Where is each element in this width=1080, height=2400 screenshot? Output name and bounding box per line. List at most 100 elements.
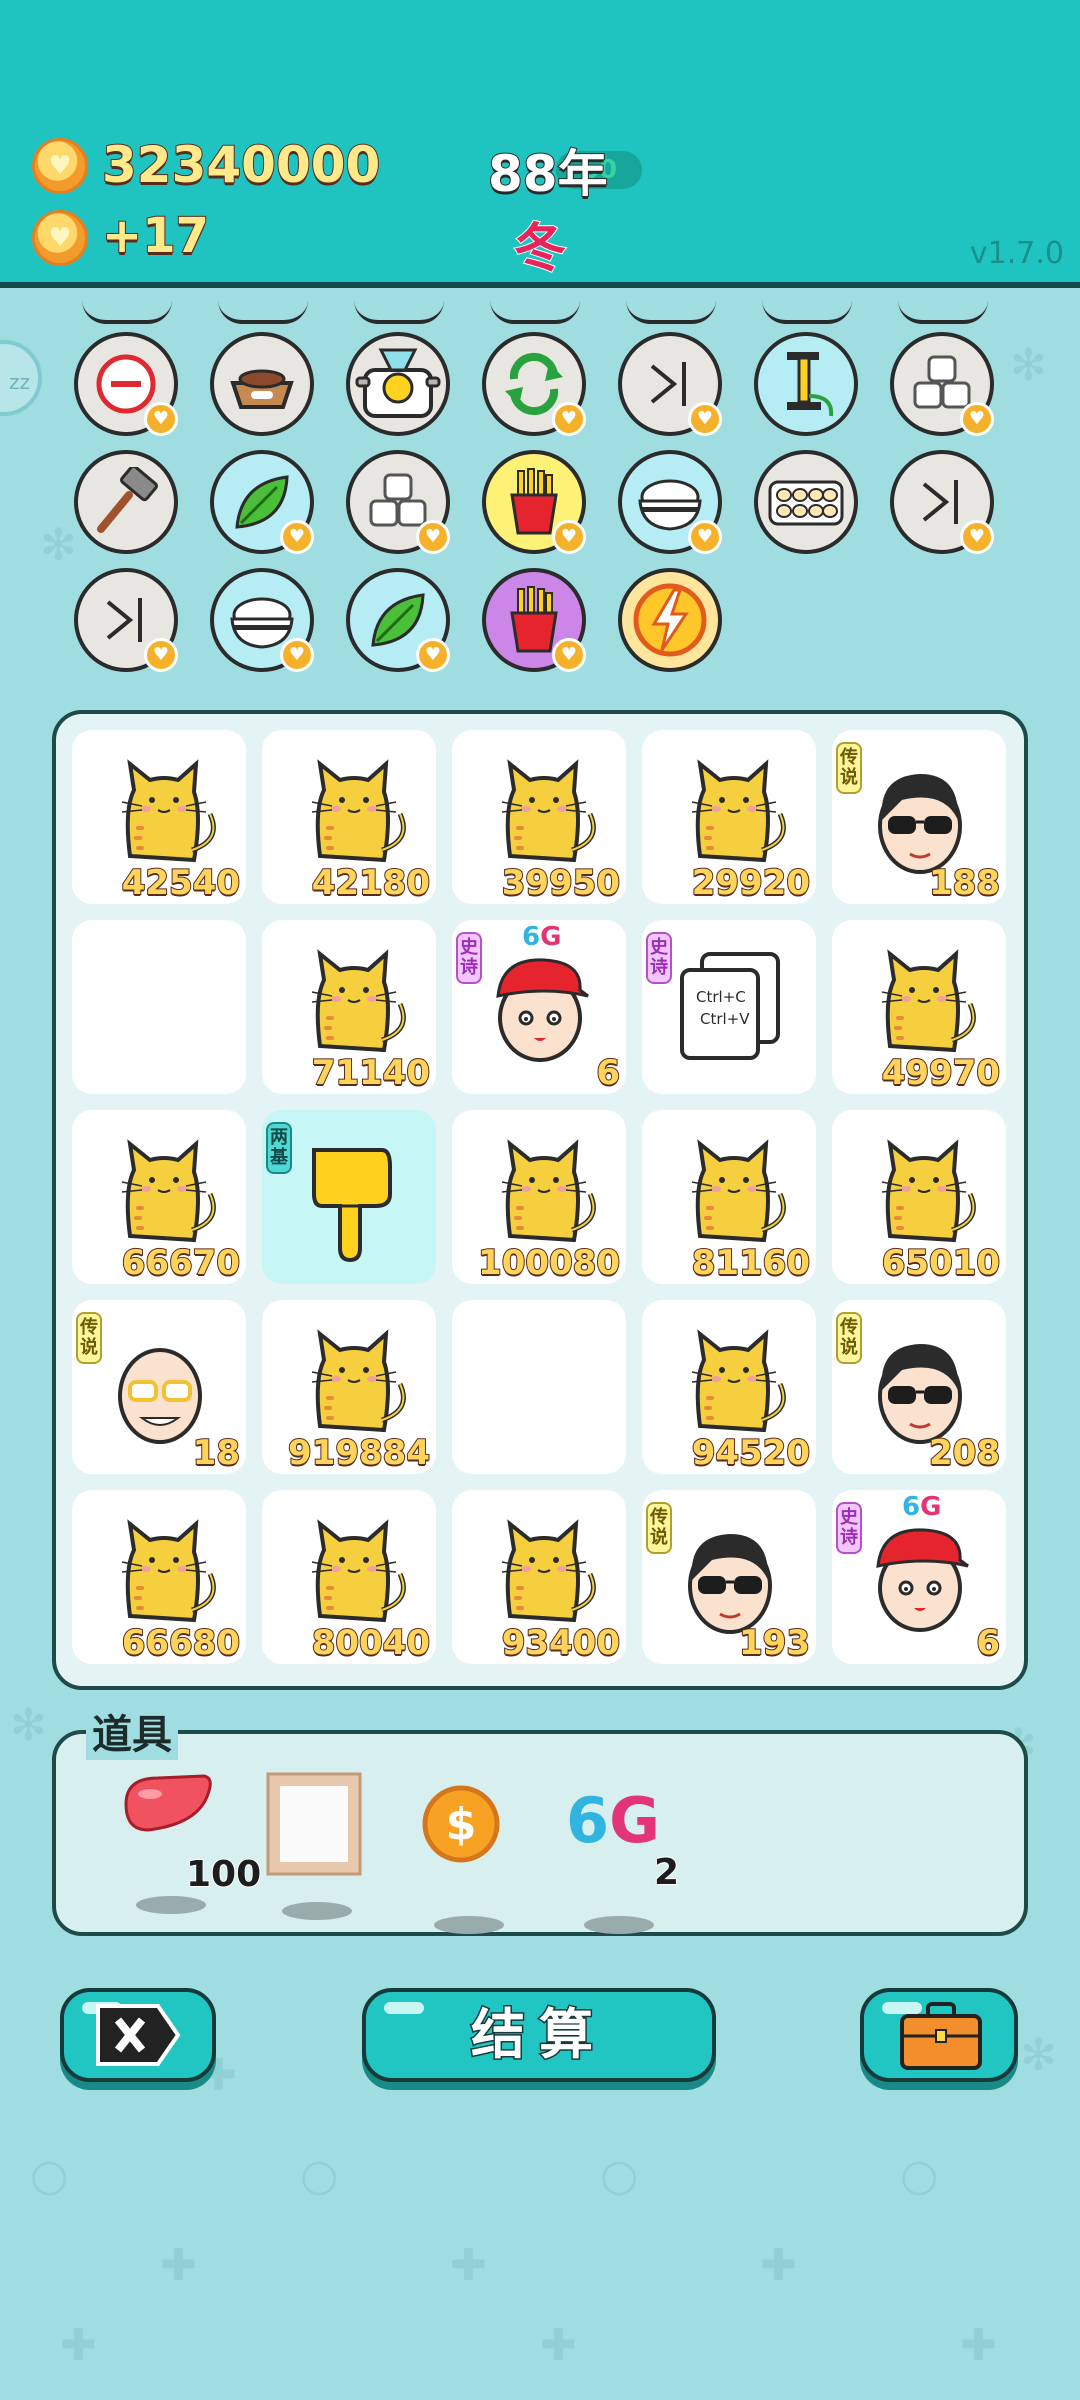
prop-liver-count: 100 (185, 1853, 262, 1896)
slot-value: 100080 (477, 1243, 621, 1283)
item-minus[interactable]: ♥ (74, 332, 178, 436)
item-pet-food-bowl[interactable] (210, 332, 314, 436)
slot-value: 42180 (311, 863, 431, 903)
slot-boy-red-cap[interactable]: 6G 史诗 6 (832, 1490, 1006, 1664)
scrolled-item-edge (82, 300, 172, 324)
scrolled-item-edge (490, 300, 580, 324)
slot-cat[interactable]: 49970 (832, 920, 1006, 1094)
scrolled-item-edge (626, 300, 716, 324)
slot-value: 80040 (311, 1623, 431, 1663)
six-g-letter: G (920, 1492, 942, 1522)
heart-badge-icon: ♥ (960, 402, 994, 436)
slot-cat[interactable]: 65010 (832, 1110, 1006, 1284)
duck-pot-icon (355, 348, 441, 418)
sleep-bubble[interactable]: zz (0, 340, 42, 416)
rarity-tag: 传说 (76, 1312, 102, 1364)
prop-frame[interactable] (264, 1770, 374, 1920)
slot-cat[interactable]: 80040 (262, 1490, 436, 1664)
season-label: 冬 (513, 218, 567, 280)
item-egg-tray[interactable] (754, 450, 858, 554)
six-g-number: 6 (902, 1492, 921, 1522)
scrolled-item-edge (218, 300, 308, 324)
item-fries[interactable]: ♥ (482, 568, 586, 672)
heart-badge-icon: ♥ (416, 520, 450, 554)
item-hammer[interactable] (74, 450, 178, 554)
svg-text:$: $ (446, 1799, 477, 1850)
item-leaf[interactable]: ♥ (346, 568, 450, 672)
slot-cat[interactable]: 94520 (642, 1300, 816, 1474)
slot-value: 6 (975, 1623, 1001, 1663)
slot-value: 39950 (501, 863, 621, 903)
props-title: 道具 (86, 1702, 178, 1760)
settle-button[interactable]: 结算 (362, 1988, 716, 2082)
heart-badge-icon: ♥ (552, 638, 586, 672)
slot-cat[interactable]: 66670 (72, 1110, 246, 1284)
coin-balance: 32340000 (101, 135, 381, 195)
item-skip[interactable]: ♥ (890, 450, 994, 554)
six-g-badge-icon: 6G (566, 1784, 660, 1857)
six-g-letter: G (540, 922, 562, 952)
slot-cat[interactable]: 81160 (642, 1110, 816, 1284)
egg-tray-icon (768, 480, 844, 526)
six-g-number: 6 (522, 922, 541, 952)
item-leaf[interactable]: ♥ (210, 450, 314, 554)
slot-man-sunglasses[interactable]: 传说 208 (832, 1300, 1006, 1474)
item-lightning[interactable] (618, 568, 722, 672)
prop-shadow (136, 1896, 206, 1914)
coin-icon: ♥ (32, 138, 88, 194)
scrolled-item-edge (762, 300, 852, 324)
pump-icon (787, 352, 834, 417)
coin-icon: ♥ (32, 210, 88, 266)
slot-value: 919884 (287, 1433, 431, 1473)
slot-cat[interactable]: 42540 (72, 730, 246, 904)
slot-man-sunglasses[interactable]: 传说 188 (832, 730, 1006, 904)
item-rice-bowl[interactable]: ♥ (210, 568, 314, 672)
exit-button[interactable] (60, 1988, 216, 2082)
slot-value: 193 (738, 1623, 811, 1663)
slot-cat[interactable]: 39950 (452, 730, 626, 904)
item-refresh[interactable]: ♥ (482, 332, 586, 436)
heart-badge-icon: ♥ (144, 638, 178, 672)
item-pump[interactable] (754, 332, 858, 436)
item-fries[interactable]: ♥ (482, 450, 586, 554)
svg-text:Ctrl+C: Ctrl+C (696, 988, 746, 1006)
item-sugar-cubes[interactable]: ♥ (346, 450, 450, 554)
slot-empty[interactable] (72, 920, 246, 1094)
slot-cat[interactable]: 71140 (262, 920, 436, 1094)
slot-value: 42540 (121, 863, 241, 903)
heart-badge-icon: ♥ (280, 638, 314, 672)
slot-cat[interactable]: 29920 (642, 730, 816, 904)
slot-pointing-hand[interactable]: 两基 (262, 1110, 436, 1284)
slot-cat[interactable]: 66680 (72, 1490, 246, 1664)
slot-value: 81160 (691, 1243, 811, 1283)
slot-cat[interactable]: 93400 (452, 1490, 626, 1664)
rarity-tag: 传说 (836, 742, 862, 794)
item-duck-pot[interactable] (346, 332, 450, 436)
slot-old-man-glasses[interactable]: 传说 18 (72, 1300, 246, 1474)
slot-cat[interactable]: 42180 (262, 730, 436, 904)
skip-icon (106, 598, 142, 642)
slot-empty[interactable] (452, 1300, 626, 1474)
slot-man-sunglasses[interactable]: 传说 193 (642, 1490, 816, 1664)
slot-boy-red-cap[interactable]: 6G 史诗 6 (452, 920, 626, 1094)
prop-coin[interactable]: $ (416, 1784, 526, 1934)
slot-value: 49970 (881, 1053, 1001, 1093)
item-skip[interactable]: ♥ (618, 332, 722, 436)
item-rice-bowl[interactable]: ♥ (618, 450, 722, 554)
slot-copy-paste[interactable]: Ctrl+C Ctrl+V 史诗 (642, 920, 816, 1094)
rarity-tag: 史诗 (456, 932, 482, 984)
slot-value: 66680 (121, 1623, 241, 1663)
close-icon (96, 2004, 181, 2066)
item-skip[interactable]: ♥ (74, 568, 178, 672)
inventory-button[interactable] (860, 1988, 1018, 2082)
slot-value: 66670 (121, 1243, 241, 1283)
slot-value: 18 (192, 1433, 241, 1473)
rarity-tag: 传说 (646, 1502, 672, 1554)
heart-badge-icon: ♥ (416, 638, 450, 672)
slot-cat[interactable]: 100080 (452, 1110, 626, 1284)
slot-value: 6 (595, 1053, 621, 1093)
item-sugar-cubes[interactable]: ♥ (890, 332, 994, 436)
slot-value: 208 (928, 1433, 1001, 1473)
slot-cat[interactable]: 919884 (262, 1300, 436, 1474)
prop-6g-count: 2 (653, 1851, 680, 1894)
